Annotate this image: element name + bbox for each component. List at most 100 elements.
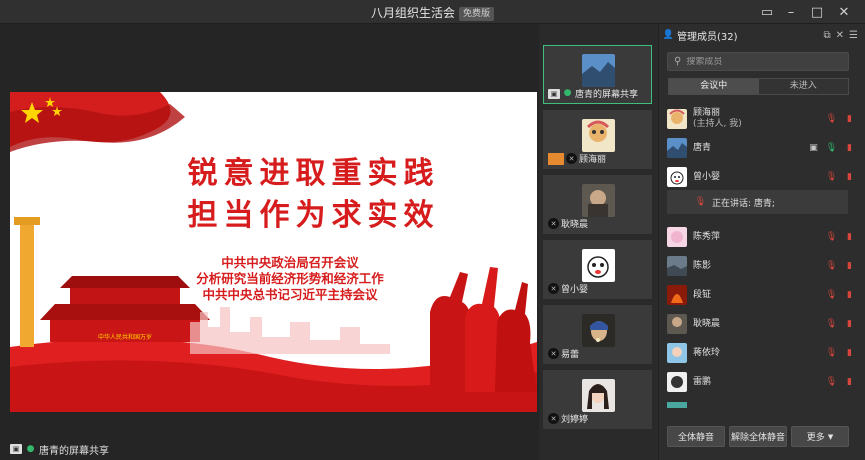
video-tile[interactable]: ✕ 刘婷婷 — [543, 370, 652, 429]
share-status-bar: ▣ ● 唐青的屏幕共享 — [10, 442, 109, 457]
share-status-label: 唐青的屏幕共享 — [39, 445, 109, 457]
camera-off-icon[interactable]: ▮ — [844, 377, 855, 388]
speaking-indicator: 🎙 正在讲话: 唐青; — [667, 190, 848, 214]
more-button-label: 更多 — [806, 433, 825, 443]
avatar — [667, 256, 687, 276]
maximize-icon[interactable]: □ — [804, 0, 830, 24]
mic-off-icon[interactable]: 🎙 — [826, 172, 837, 183]
member-row[interactable]: 雷鹏 🎙 ▮ — [667, 369, 857, 395]
mic-off-icon: ✕ — [548, 283, 559, 294]
avatar-partial — [667, 402, 687, 408]
video-tile-name: 唐青的屏幕共享 — [575, 90, 639, 100]
avatar — [582, 119, 615, 152]
mic-off-icon[interactable]: 🎙 — [826, 232, 837, 243]
screen-share-icon: ▣ — [10, 444, 22, 454]
minimize-icon[interactable]: – — [778, 0, 804, 24]
member-name: 陈影 — [693, 260, 712, 271]
mic-off-icon: 🎙 — [694, 196, 707, 207]
mic-off-icon[interactable]: 🎙 — [826, 114, 837, 125]
mic-off-icon: ✕ — [548, 413, 559, 424]
video-tile[interactable]: ✕ 易蕾 — [543, 305, 652, 364]
member-row[interactable]: 曾小婴 🎙 ▮ — [667, 164, 857, 190]
avatar — [582, 314, 615, 347]
member-name: 曾小婴 — [693, 171, 721, 182]
slide-headline-2: 担当作为求实效 — [187, 198, 440, 233]
host-badge-icon — [548, 152, 564, 165]
meeting-title: 八月组织生活会 — [370, 6, 455, 20]
close-icon[interactable]: ✕ — [831, 0, 857, 24]
member-row[interactable]: 陈影 🎙 ▮ — [667, 253, 857, 279]
camera-off-icon[interactable]: ▮ — [844, 172, 855, 183]
member-tabs: 会议中 未进入 — [668, 78, 849, 95]
video-tile[interactable]: ▣ ● 唐青的屏幕共享 — [543, 45, 652, 104]
video-tile-name: 耿晓晨 — [561, 220, 589, 230]
avatar — [667, 314, 687, 334]
video-tile[interactable]: ✕ 曾小婴 — [543, 240, 652, 299]
camera-off-icon[interactable]: ▮ — [844, 261, 855, 272]
video-tile-column: ▣ ● 唐青的屏幕共享 ✕ 顾海丽 ✕ 耿晓晨 ✕ 曾小婴 ✕ 易蕾 ✕ 刘婷婷 — [539, 24, 658, 460]
mic-off-icon: ✕ — [548, 218, 559, 229]
camera-off-icon[interactable]: ▮ — [844, 114, 855, 125]
tab-in-meeting[interactable]: 会议中 — [669, 79, 759, 94]
video-tile-name: 易蕾 — [561, 350, 580, 360]
member-row[interactable]: 陈秀萍 🎙 ▮ — [667, 224, 857, 250]
member-name: 顾海丽 — [693, 108, 721, 118]
avatar — [667, 343, 687, 363]
slide-headline-1: 锐意进取重实践 — [187, 156, 440, 191]
edition-badge: 免费版 — [459, 7, 495, 21]
camera-off-icon[interactable]: ▮ — [844, 290, 855, 301]
member-name: 段钲 — [693, 289, 712, 300]
member-row[interactable]: 蒋依玲 🎙 ▮ — [667, 340, 857, 366]
restore-icon[interactable]: ▭ — [754, 0, 780, 24]
search-icon: ⚲ — [674, 56, 682, 67]
gate-banner-text: 中华人民共和国万岁 — [98, 333, 152, 341]
avatar — [667, 372, 687, 392]
camera-off-icon[interactable]: ▮ — [844, 319, 855, 330]
window-title: 八月组织生活会 免费版 — [0, 4, 865, 21]
mic-off-icon[interactable]: 🎙 — [826, 290, 837, 301]
shared-slide: 中华人民共和国万岁 锐意进取重实践 担当作为求实效 中共中央政治局召开会议 分析… — [10, 92, 537, 412]
member-row[interactable]: 段钲 🎙 ▮ — [667, 282, 857, 308]
mic-off-icon[interactable]: 🎙 — [826, 377, 837, 388]
people-icon: 👤 — [662, 29, 675, 40]
menu-icon[interactable]: ☰ — [849, 30, 858, 41]
mic-on-icon[interactable]: 🎙 — [826, 143, 837, 154]
more-button[interactable]: 更多 ▼ — [791, 426, 849, 447]
member-search-input[interactable] — [686, 56, 837, 67]
mic-on-icon: ● — [26, 443, 35, 454]
video-tile-name: 顾海丽 — [579, 155, 607, 165]
avatar — [582, 54, 615, 87]
video-tile[interactable]: ✕ 顾海丽 — [543, 110, 652, 169]
avatar — [582, 184, 615, 217]
popout-icon[interactable]: ⧉ — [824, 30, 831, 41]
mic-off-icon: ✕ — [548, 348, 559, 359]
chevron-down-icon: ▼ — [827, 432, 834, 441]
mic-off-icon: ✕ — [566, 153, 577, 164]
camera-off-icon[interactable]: ▮ — [844, 348, 855, 359]
mute-all-button[interactable]: 全体静音 — [667, 426, 725, 447]
video-tile-name: 刘婷婷 — [561, 415, 589, 425]
video-tile[interactable]: ✕ 耿晓晨 — [543, 175, 652, 234]
member-name: 耿晓晨 — [693, 318, 721, 329]
mic-off-icon[interactable]: 🎙 — [826, 348, 837, 359]
avatar — [667, 109, 687, 129]
avatar — [582, 249, 615, 282]
mic-off-icon[interactable]: 🎙 — [826, 319, 837, 330]
mic-off-icon[interactable]: 🎙 — [826, 261, 837, 272]
member-row[interactable]: 顾海丽 (主持人, 我) 🎙 ▮ — [667, 106, 857, 132]
tab-not-joined[interactable]: 未进入 — [758, 79, 848, 94]
member-row[interactable]: 唐青 ▣ 🎙 ▮ — [667, 135, 857, 161]
shared-screen-stage[interactable]: 中华人民共和国万岁 锐意进取重实践 担当作为求实效 中共中央政治局召开会议 分析… — [0, 24, 539, 460]
member-row[interactable]: 耿晓晨 🎙 ▮ — [667, 311, 857, 337]
member-role: (主持人, 我) — [693, 119, 742, 129]
avatar — [667, 285, 687, 305]
screen-share-icon: ▣ — [809, 142, 818, 153]
video-tile-name: 曾小婴 — [561, 285, 589, 295]
member-search-box[interactable]: ⚲ — [667, 52, 849, 71]
close-panel-icon[interactable]: ✕ — [836, 30, 844, 41]
camera-off-icon[interactable]: ▮ — [844, 143, 855, 154]
member-name: 唐青 — [693, 142, 712, 153]
unmute-all-button[interactable]: 解除全体静音 — [729, 426, 787, 447]
members-panel: 👤 管理成员(32) ⧉ ✕ ☰ ⚲ 会议中 未进入 顾海丽(主持人, 我) 🎙… — [658, 24, 865, 460]
camera-off-icon[interactable]: ▮ — [844, 232, 855, 243]
